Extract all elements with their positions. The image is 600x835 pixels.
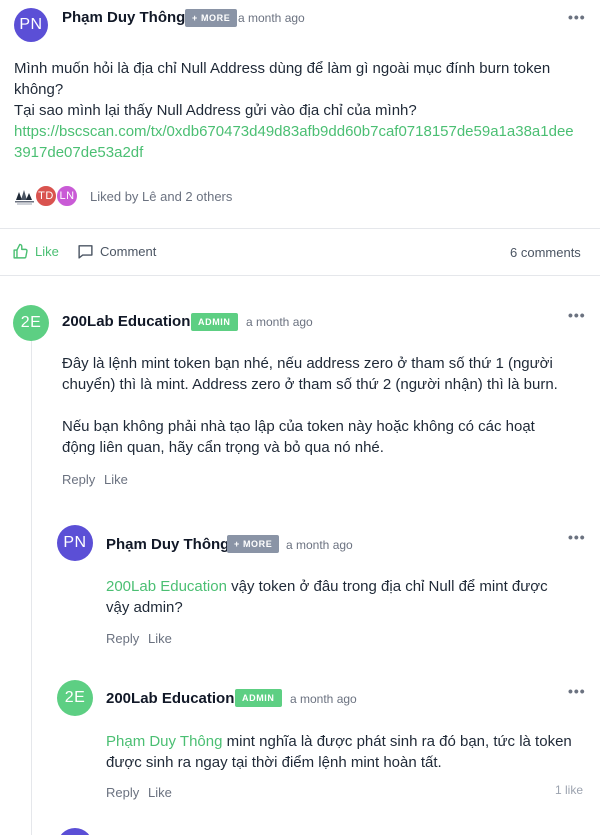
comment-more-menu-icon[interactable]: •••	[568, 529, 586, 545]
comment-more-menu-icon[interactable]: •••	[568, 307, 586, 323]
comment-avatar[interactable]: 2E	[13, 305, 49, 341]
reply-button[interactable]: Reply	[106, 631, 139, 646]
liker-avatar[interactable]: LN	[56, 185, 78, 207]
comments-count[interactable]: 6 comments	[510, 245, 581, 260]
more-badge[interactable]: + MORE	[227, 535, 280, 553]
reply-button[interactable]: Reply	[106, 785, 139, 800]
post-author-name[interactable]: Phạm Duy Thông	[62, 9, 185, 26]
divider	[0, 228, 600, 229]
mention-link[interactable]: 200Lab Education	[106, 578, 227, 595]
comment-timestamp[interactable]: a month ago	[290, 692, 357, 706]
comment-avatar[interactable]: 2E	[57, 680, 93, 716]
divider	[0, 275, 600, 276]
post-link[interactable]: https://bscscan.com/tx/0xdb670473d49d83a…	[14, 121, 574, 163]
liker-avatar[interactable]: TD	[35, 185, 57, 207]
liked-by-text[interactable]: Liked by Lê and 2 others	[90, 189, 232, 204]
thread-line	[31, 340, 32, 835]
comment-body: Phạm Duy Thông mint nghĩa là được phát s…	[106, 731, 572, 773]
comment-like-button[interactable]: Like	[148, 631, 172, 646]
post-text-line-1: Mình muốn hỏi là địa chỉ Null Address dù…	[14, 60, 551, 98]
comment-paragraph: Đây là lệnh mint token bạn nhé, nếu addr…	[62, 355, 558, 393]
comment-like-count[interactable]: 1 like	[555, 783, 583, 797]
comment-more-menu-icon[interactable]: •••	[568, 683, 586, 699]
admin-badge[interactable]: ADMIN	[235, 689, 282, 707]
post-text-line-2: Tại sao mình lại thấy Null Address gửi v…	[14, 102, 417, 119]
comment-paragraph: Nếu bạn không phải nhà tạo lập của token…	[62, 418, 535, 456]
comment-author-name[interactable]: 200Lab Education	[106, 690, 234, 707]
comment-timestamp[interactable]: a month ago	[286, 538, 353, 552]
post-comment-button[interactable]: Comment	[77, 243, 156, 260]
post-author-badge[interactable]: + MORE	[185, 9, 238, 27]
post-timestamp[interactable]: a month ago	[238, 11, 305, 25]
comment-timestamp[interactable]: a month ago	[246, 315, 313, 329]
like-thumb-icon	[12, 243, 29, 260]
tree-logo-icon	[14, 185, 36, 207]
comment-body: 200Lab Education vậy token ở đâu trong đ…	[106, 576, 572, 618]
post-comment-label: Comment	[100, 244, 157, 259]
comment-like-button[interactable]: Like	[148, 785, 172, 800]
post-like-button[interactable]: Like	[12, 243, 59, 260]
comment-bubble-icon	[77, 243, 94, 260]
comment-author-name[interactable]: 200Lab Education	[62, 313, 190, 330]
post-more-menu-icon[interactable]: •••	[568, 9, 586, 25]
comment-avatar[interactable]: PN	[57, 525, 93, 561]
post-body: Mình muốn hỏi là địa chỉ Null Address dù…	[14, 58, 574, 163]
comment-avatar[interactable]	[57, 828, 93, 835]
mention-link[interactable]: Phạm Duy Thông	[106, 733, 222, 750]
comment-like-button[interactable]: Like	[104, 472, 128, 487]
post-like-label: Like	[35, 244, 59, 259]
admin-badge[interactable]: ADMIN	[191, 313, 238, 331]
comment-author-name[interactable]: Phạm Duy Thông	[106, 536, 229, 553]
post-author-avatar[interactable]: PN	[14, 8, 48, 42]
comment-body: Đây là lệnh mint token bạn nhé, nếu addr…	[62, 353, 572, 458]
reply-button[interactable]: Reply	[62, 472, 95, 487]
